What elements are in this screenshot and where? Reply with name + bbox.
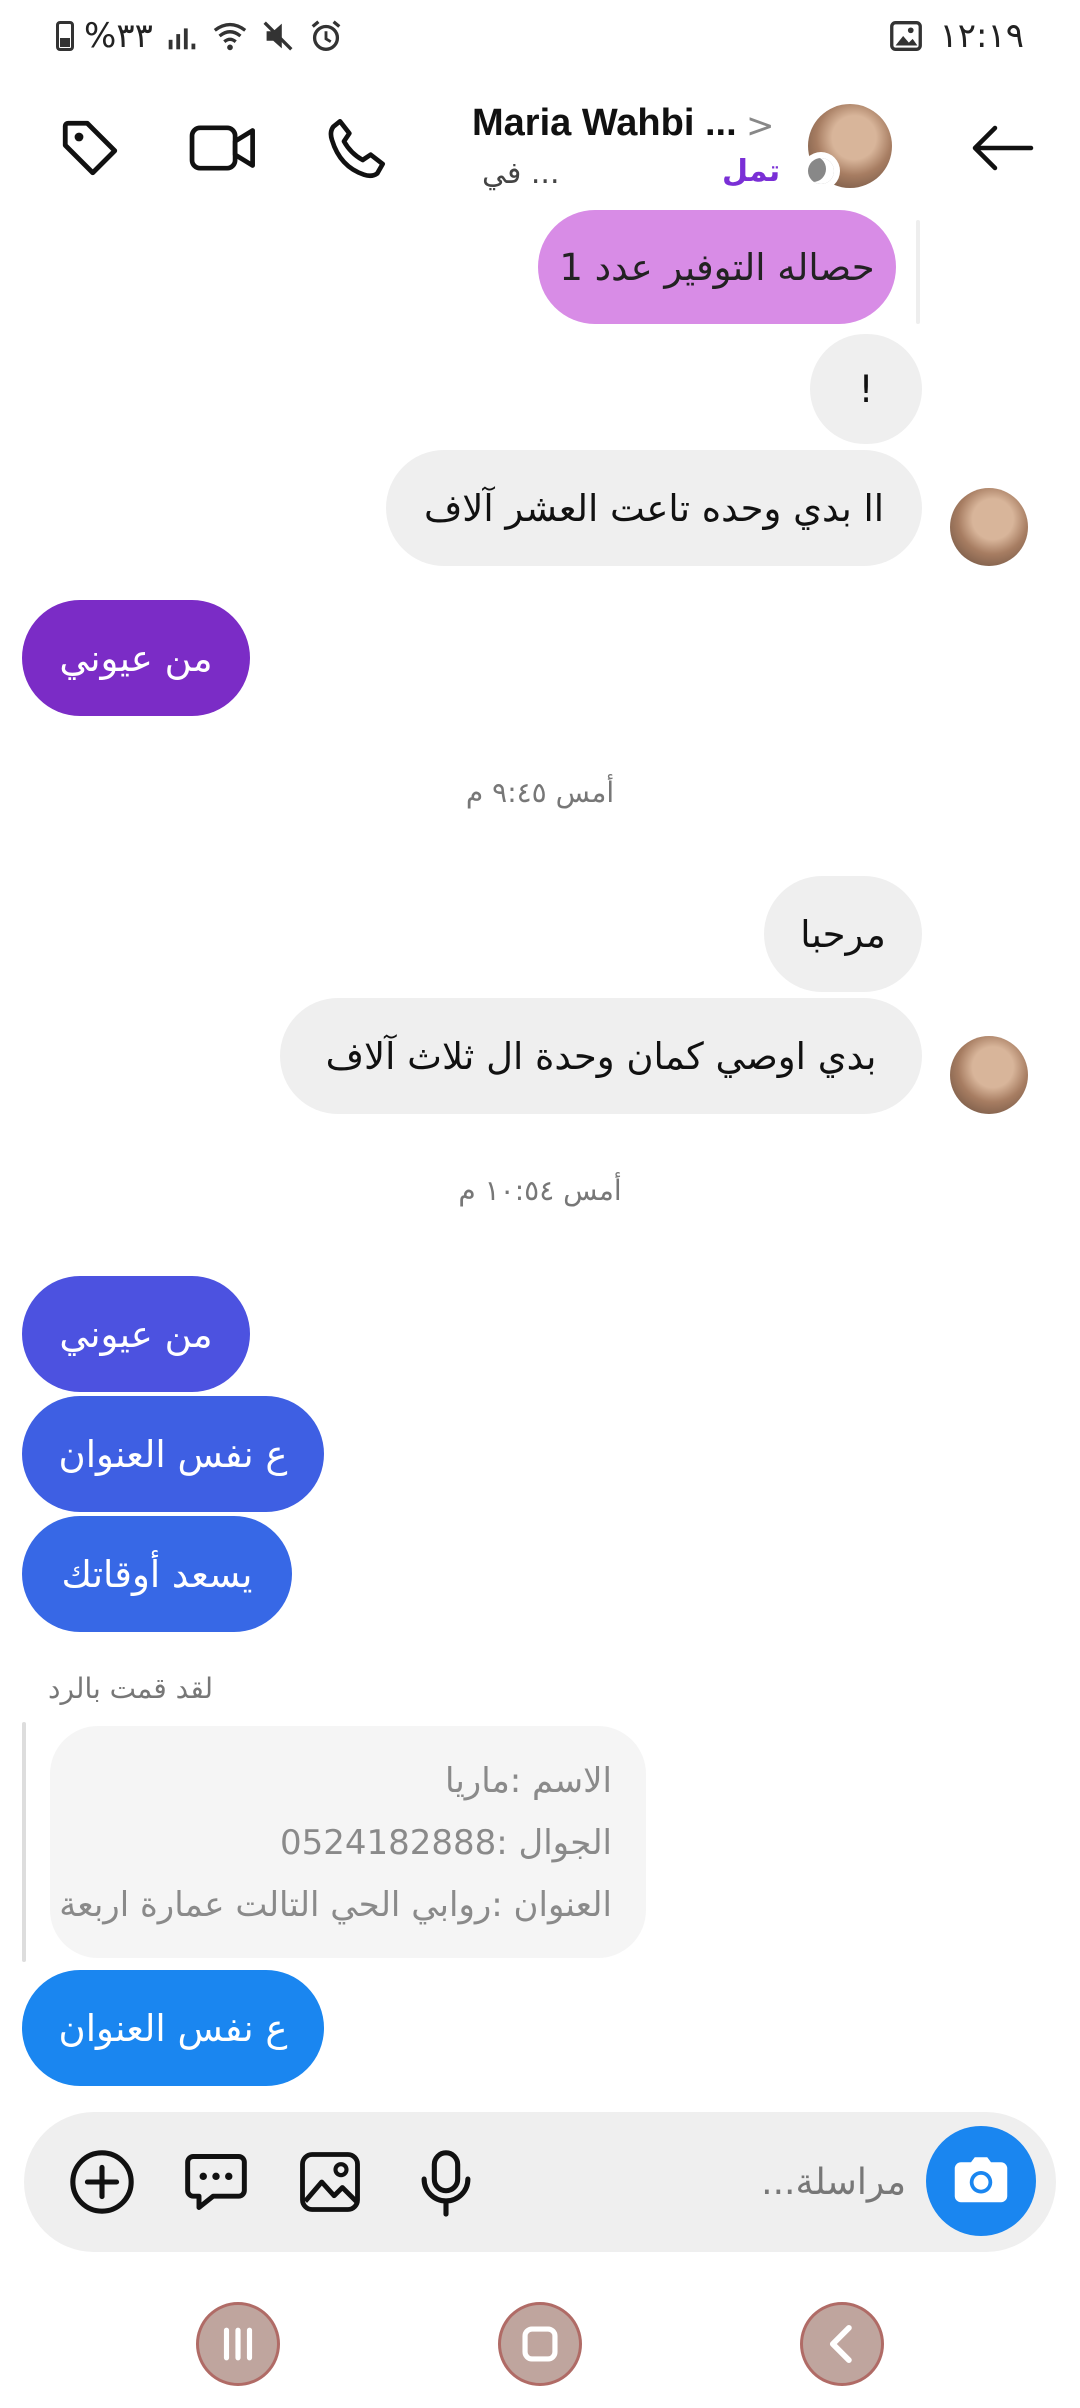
avatar[interactable] <box>950 1036 1028 1114</box>
message-bubble[interactable]: من عيوني <box>22 1276 250 1392</box>
quote-bar <box>22 1722 26 1962</box>
message-bubble[interactable]: ! <box>810 334 922 444</box>
contact-status: تمل <box>722 154 781 189</box>
message-bubble[interactable]: ع نفس العنوان <box>22 1396 324 1512</box>
quoted-message[interactable]: الاسم :ماريا الجوال :0524182888 العنوان … <box>50 1726 646 1958</box>
plus-circle-icon <box>70 2150 134 2214</box>
wifi-icon <box>213 22 247 51</box>
timestamp: أمس ١٠:٥٤ م <box>458 1174 622 1207</box>
chevron-right-icon: > <box>746 106 775 146</box>
timestamp: أمس ٩:٤٥ م <box>465 776 615 809</box>
add-button[interactable] <box>62 2142 142 2222</box>
message-bubble[interactable]: ع نفس العنوان <box>22 1970 324 2086</box>
image-icon <box>300 2152 360 2212</box>
clock: ١٢:١٩ <box>939 16 1024 56</box>
mute-icon <box>263 21 293 51</box>
signal-icon <box>168 28 196 50</box>
quoted-line: العنوان :روابي الحي التالت عمارة اربعة <box>59 1885 612 1925</box>
back-button[interactable] <box>962 108 1042 188</box>
quoted-line: الجوال :0524182888 <box>279 1823 612 1863</box>
status-right: ١٢:١٩ <box>887 14 1024 58</box>
recent-apps-button[interactable] <box>196 2302 280 2386</box>
system-nav-bar <box>0 2290 1080 2408</box>
contact-name[interactable]: Maria Wahbi ... <box>472 102 737 145</box>
message-bubble[interactable]: مرحبا <box>764 876 922 992</box>
tag-button[interactable] <box>50 108 130 188</box>
message-bubble[interactable]: يسعد أوقاتك <box>22 1516 292 1632</box>
alarm-icon <box>311 20 341 51</box>
gallery-button[interactable] <box>290 2142 370 2222</box>
quoted-line: الاسم :ماريا <box>444 1761 612 1801</box>
message-bubble[interactable]: حصاله التوفير عدد 1 <box>538 210 896 324</box>
arrow-left-icon <box>972 125 1034 171</box>
avatar[interactable] <box>950 488 1028 566</box>
gallery-notification-icon <box>890 21 923 51</box>
recents-icon <box>223 2327 253 2361</box>
avatar[interactable] <box>802 104 892 190</box>
chevron-left-icon <box>829 2325 852 2363</box>
status-left: %٣٣ <box>56 14 345 58</box>
battery-level: %٣٣ <box>84 16 153 56</box>
reply-thread-line <box>916 220 920 324</box>
message-bubble[interactable]: اا بدي وحده تاعت العشر آلاف <box>386 450 922 566</box>
reply-label: لقد قمت بالرد <box>48 1672 214 1705</box>
video-call-button[interactable] <box>183 108 263 188</box>
message-composer <box>24 2112 1056 2252</box>
microphone-icon <box>421 2150 471 2217</box>
sticker-button[interactable] <box>176 2142 256 2222</box>
camera-button[interactable] <box>926 2126 1036 2236</box>
voice-message-button[interactable] <box>406 2142 486 2222</box>
chat-bubble-icon <box>185 2154 247 2210</box>
message-input[interactable] <box>576 2152 906 2212</box>
status-bar: %٣٣ ١٢:١٩ <box>0 0 1080 72</box>
system-back-button[interactable] <box>800 2302 884 2386</box>
tag-icon <box>62 120 118 176</box>
message-bubble[interactable]: من عيوني <box>22 600 250 716</box>
home-icon <box>522 2326 558 2362</box>
voice-call-button[interactable] <box>316 108 396 188</box>
battery-icon <box>56 21 74 51</box>
contact-subtitle: في ... <box>482 156 560 191</box>
video-camera-icon <box>189 125 255 171</box>
camera-icon <box>954 2157 1008 2203</box>
moon-icon <box>802 152 840 190</box>
home-button[interactable] <box>498 2302 582 2386</box>
chat-header: Maria Wahbi ... > في ... تمل <box>0 80 1080 220</box>
message-bubble[interactable]: بدي اوصي كمان وحدة ال ثلاث آلاف <box>280 998 922 1114</box>
phone-icon <box>328 119 385 179</box>
